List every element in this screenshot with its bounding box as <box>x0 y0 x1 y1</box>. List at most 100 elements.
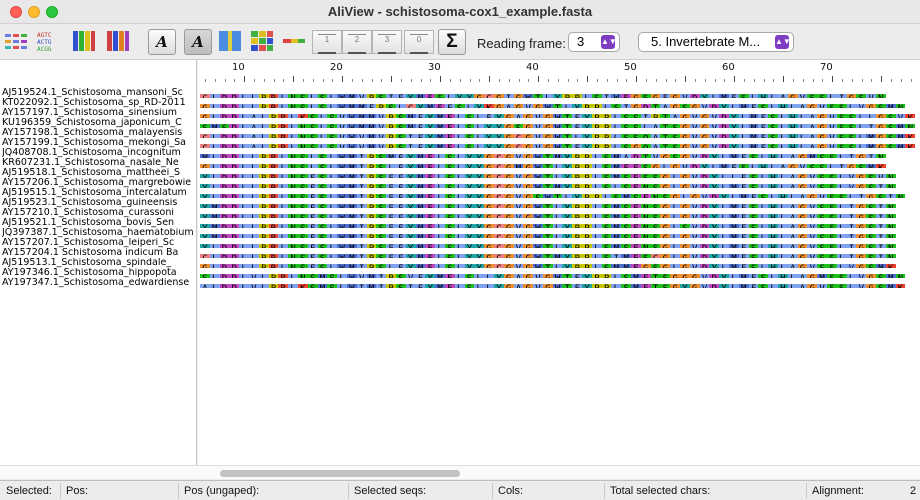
sequence-row[interactable]: CLDDLALPRLNSLSVWVMVPSIFYMELSLYYGCGVGWTLY… <box>200 128 920 138</box>
sequence-name[interactable]: AY157199.1_Schistosoma_mekongi_Sa <box>2 138 196 148</box>
color-scheme-icon[interactable] <box>4 30 28 52</box>
ruler-tick <box>606 79 608 82</box>
residue-cell: L <box>611 284 622 288</box>
svg-text:ACGG: ACGG <box>37 46 52 52</box>
sequence-row[interactable]: YLDDLLPRLNSFSLWMIPSFFYMELSLYYGCGVGSWTLYP… <box>200 188 920 198</box>
font-larger-button[interactable]: A <box>184 29 212 55</box>
residue-cell: G <box>807 284 818 288</box>
residue-cell: S <box>395 284 406 288</box>
status-alignment: Alignment: <box>812 485 864 497</box>
status-divider <box>604 483 605 499</box>
ruler-tick <box>253 79 255 82</box>
sequence-row[interactable]: YMDDLLPRLNSFSLWMIPSFFYMELSLYYGCGVGWTLYPP… <box>200 208 920 218</box>
alignment-panel[interactable]: 10 20 30 40 50 60 70 CLDDLLPRLNSLSLWMVPSIFYMES… <box>198 60 920 465</box>
residue-cell: L <box>729 284 739 288</box>
sequence-name[interactable]: AY197347.1_Schistosoma_edwardiense <box>2 278 196 288</box>
horizontal-scrollbar[interactable] <box>198 465 920 479</box>
ruler-tick <box>900 79 902 82</box>
reading-frame-select[interactable]: 3 ▲▼ <box>568 32 620 52</box>
ruler-tick <box>636 76 638 82</box>
translate-codons-icon[interactable] <box>250 30 274 52</box>
sequence-name[interactable]: AJ519523.1_Schistosoma_guineensis <box>2 198 196 208</box>
sequence-row[interactable]: ALDDLVLPRLKSMSLWIMIPSIFYMELSLLYGAGVGWTFY… <box>200 278 920 288</box>
residue-cell: L <box>454 284 465 288</box>
sequence-name[interactable]: AJ519515.1_Schistosoma_intercalatum <box>2 188 196 198</box>
residue-cell: F <box>415 284 426 288</box>
sequence-row[interactable]: MLDDLLPRLNSLSLWMIPSMFYMELSLYYGCGVGWTMYPP… <box>200 148 920 158</box>
residue-cell: D <box>709 284 720 288</box>
sequence-row[interactable]: YLDDLLPRLNSFSLWMIPSFFYMELSLYYGCGVGWTLYPP… <box>200 168 920 178</box>
sequence-name[interactable]: AY157210.1_Schistosoma_curassoni <box>2 208 196 218</box>
sequence-name[interactable]: JQ408708.1_Schistosoma_incognitum <box>2 148 196 158</box>
sum-stats-button[interactable]: Σ <box>438 29 466 55</box>
nucleotide-view-icon[interactable]: AGTC ACTG ACGG <box>36 30 60 52</box>
sequence-row[interactable]: CLDDLLPRLNSFSLWMIPSFFYMELSLYYGCGVGWTMYPP… <box>200 248 920 258</box>
sequence-name[interactable]: AY197346.1_Schistosoma_hippopota <box>2 268 196 278</box>
count-frame-1-button[interactable]: 1 <box>312 30 342 54</box>
residue-cell: L <box>337 284 347 288</box>
highlight-diff-icon[interactable] <box>106 30 130 52</box>
status-alignment-value: 2 <box>910 485 917 497</box>
sequence-row[interactable]: CLDDLLPRLNSLSLWMVPSIFYMESLYYGCGIGWTLYPPL… <box>200 88 920 98</box>
sequence-name[interactable]: AJ519513.1_Schistosoma_spindale_ <box>2 258 196 268</box>
scrollbar-thumb[interactable] <box>220 470 460 477</box>
ruler-tick <box>508 79 510 82</box>
sequence-name[interactable]: AY157197.1_Schistosoma_sinensium <box>2 108 196 118</box>
reading-frame-label: Reading frame: <box>477 36 566 51</box>
sequence-row[interactable]: SLDDLVLPRLNSMSLWVMIPSVFYMELSLLYGAGVGWTFY… <box>200 268 920 278</box>
ruler-tick <box>498 79 500 82</box>
ruler-tick <box>400 79 402 82</box>
ruler-tick <box>783 76 785 82</box>
residue-cell: I <box>376 284 387 288</box>
count-frame-0-button[interactable]: 0 <box>404 30 434 54</box>
residue-cell: D <box>229 284 240 288</box>
residue-cell: P <box>591 284 602 288</box>
sequence-row[interactable]: GLDDLLPRLNSLSLWMMFPSLCYMEFSLYKGAGVGWTLYP… <box>200 98 920 108</box>
sequence-row[interactable]: CLDDLALPRLNSLSVWVMVPSIFYMELSLYYGCGVGWTFY… <box>200 138 920 148</box>
count-frame-3-button[interactable]: 3 <box>372 30 402 54</box>
residue-cell: L <box>846 284 857 288</box>
residue-cell: S <box>836 284 847 288</box>
sequence-names-panel: AJ519524.1_Schistosoma_mansoni_Sc KT02209… <box>0 60 197 465</box>
ruler-tick <box>714 79 716 82</box>
sequence-row[interactable]: YMDDLLPRLNSFSLWMIPSFFYMELSLYYGCGVGWTLYPP… <box>200 198 920 208</box>
sequence-row[interactable]: SMSDLALPRLNSLSVWMMVPSMFYMELSLYYGSGVGWTFY… <box>200 118 920 128</box>
ruler-tick <box>567 79 569 82</box>
ruler-tick <box>518 79 520 82</box>
residue-cell: G <box>689 284 700 288</box>
sequence-name[interactable]: KR607231.1_Schistosoma_nasale_Ne <box>2 158 196 168</box>
sequence-row[interactable]: YLDDLLPRLNSFSLWMIPSFFYMELSLYYGCGVGWTMYPP… <box>200 178 920 188</box>
font-smaller-button[interactable]: A <box>148 29 176 55</box>
ruler-tick <box>861 79 863 82</box>
ruler-tick <box>244 76 246 82</box>
sequence-name[interactable]: AY157207.1_Schistosoma_leiperi_Sc <box>2 238 196 248</box>
sequence-row[interactable]: GLDDLLPRLNSLSLWMIPSLFYMELSLYYGCGMGWTLYPP… <box>200 158 920 168</box>
sequence-name[interactable]: JQ397387.1_Schistosoma_haematobium <box>2 228 196 238</box>
sequence-name[interactable]: AJ519518.1_Schistosoma_mattheei_S <box>2 168 196 178</box>
status-selected-seqs: Selected seqs: <box>354 485 427 497</box>
sequence-row[interactable]: GLDDLALPRLKSLSVWMMVPSMFYMELSLFYGAGVGWTFY… <box>200 108 920 118</box>
translate-bar-icon[interactable] <box>218 30 242 52</box>
genetic-code-select[interactable]: 5. Invertebrate M... ▲▼ <box>638 32 794 52</box>
chevron-updown-icon: ▲▼ <box>601 35 617 49</box>
count-frame-2-button[interactable]: 2 <box>342 30 372 54</box>
sequence-row[interactable]: YMDDLLPRLNSFSLWMIPSFFYMELSLYYGCGVGWTLYPP… <box>200 228 920 238</box>
sequence-name[interactable]: AY157198.1_Schistosoma_malayensis <box>2 128 196 138</box>
sequence-name[interactable]: KT022092.1_Schistosoma_sp_RD-2011 <box>2 98 196 108</box>
sequence-row[interactable]: YMDDLLPRLNSFSLWMIPSFFYMELSLYYGCGVGWTLYPP… <box>200 218 920 228</box>
residue-cell: F <box>748 284 759 288</box>
sequence-name[interactable]: KU196359_Schistosoma_japonicum_C <box>2 118 196 128</box>
sequence-name[interactable]: AJ519524.1_Schistosoma_mansoni_Sc <box>2 88 196 98</box>
svg-text:AGTC: AGTC <box>37 32 52 39</box>
residue-cell: L <box>258 284 269 288</box>
sequence-name[interactable]: AY157204.1 Schistosoma indicum Ba <box>2 248 196 258</box>
color-bars-icon[interactable] <box>72 30 96 52</box>
sequence-name[interactable]: AY157206.1_Schistosoma_margrebowie <box>2 178 196 188</box>
sequence-row[interactable]: GLDDLLPRLNSFSLWMIPSLFYMELSLYYGCGVGWTLYPP… <box>200 258 920 268</box>
ruler-tick <box>410 79 412 82</box>
sequence-name[interactable]: AJ519521.1_Schistosoma_bovis_Sen <box>2 218 196 228</box>
ruler-tick <box>587 76 589 82</box>
residue-cell: R <box>278 284 289 288</box>
reading-frame-bar-icon[interactable] <box>282 30 306 52</box>
sequence-row[interactable]: YLDDLLPRLNSFSLWMIPSFFYMELSLYYGCGVGWTLYPP… <box>200 238 920 248</box>
